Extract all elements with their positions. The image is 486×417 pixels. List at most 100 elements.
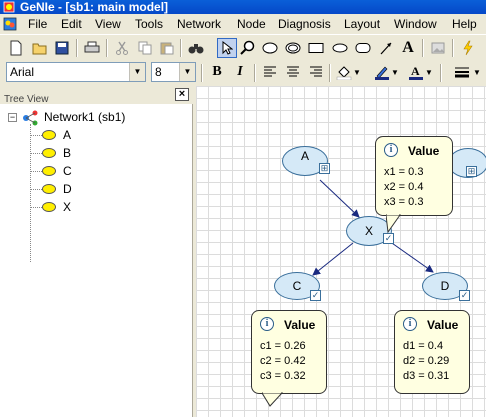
- chance-node-icon: [42, 184, 56, 194]
- toolbar-separator: [254, 64, 256, 82]
- cut-icon[interactable]: [112, 38, 132, 58]
- tree-connector: [30, 171, 42, 172]
- menu-node[interactable]: Node: [237, 14, 266, 34]
- arc-a-x: [319, 179, 360, 218]
- node-label: D: [440, 279, 450, 293]
- toolbar-separator: [440, 64, 442, 82]
- tooltip-value: c1 = 0.26: [260, 340, 306, 352]
- toolbar-separator: [329, 64, 331, 82]
- menu-edit[interactable]: Edit: [61, 14, 82, 34]
- tooltip-value: x3 = 0.3: [384, 196, 424, 208]
- genie-window: GeNIe - [sb1: main model] File Edit View…: [0, 0, 486, 417]
- decision-node-tool-icon[interactable]: [306, 38, 326, 58]
- tooltip-pointer: [262, 392, 284, 407]
- image-insert-icon[interactable]: [428, 38, 448, 58]
- text-tool-icon[interactable]: A: [398, 38, 418, 58]
- node-label: C: [292, 279, 302, 293]
- toolbar-separator: [422, 39, 424, 57]
- fill-color-bucket-icon[interactable]: [334, 62, 354, 82]
- align-right-icon[interactable]: [306, 62, 326, 82]
- tree-view-title: Tree View: [4, 94, 49, 105]
- menu-layout[interactable]: Layout: [344, 14, 380, 34]
- format-toolbar: Arial ▼ 8 ▼ B I ▼ ▼ A ▼ ▼: [0, 60, 486, 84]
- copy-icon[interactable]: [135, 38, 155, 58]
- genie-app-icon: [3, 1, 15, 13]
- title-bar[interactable]: GeNIe - [sb1: main model]: [0, 0, 486, 14]
- deterministic-node-tool-icon[interactable]: [283, 38, 303, 58]
- open-folder-icon[interactable]: [30, 38, 50, 58]
- info-icon: i: [403, 317, 417, 331]
- zoom-magnifier-icon[interactable]: [238, 38, 258, 58]
- menu-view[interactable]: View: [95, 14, 121, 34]
- toolbar-separator: [201, 64, 203, 82]
- toolbar-separator: [76, 39, 78, 57]
- tree-connector: [30, 135, 42, 136]
- collapse-expander-icon[interactable]: −: [8, 113, 17, 122]
- align-left-icon[interactable]: [260, 62, 280, 82]
- bold-icon[interactable]: B: [207, 62, 227, 82]
- font-family-value: Arial: [10, 65, 35, 79]
- line-width-icon[interactable]: [452, 62, 472, 82]
- font-color-icon[interactable]: A: [406, 62, 426, 82]
- document-icon[interactable]: [3, 17, 17, 31]
- paste-icon[interactable]: [157, 38, 177, 58]
- chance-node-tool-icon[interactable]: [260, 38, 280, 58]
- select-pointer-icon[interactable]: [217, 38, 237, 58]
- italic-icon[interactable]: I: [230, 62, 250, 82]
- new-file-icon[interactable]: [6, 38, 26, 58]
- arc-x-c: [312, 242, 354, 276]
- find-binoculars-icon[interactable]: [186, 38, 206, 58]
- print-icon[interactable]: [82, 38, 102, 58]
- chevron-down-icon[interactable]: ▼: [424, 62, 434, 82]
- line-color-pen-icon[interactable]: [372, 62, 392, 82]
- chance-node-icon: [42, 130, 56, 140]
- menu-window[interactable]: Window: [394, 14, 437, 34]
- chevron-down-icon[interactable]: ▼: [179, 63, 195, 81]
- arc-tool-icon[interactable]: [376, 38, 396, 58]
- value-tooltip-c: i Value c1 = 0.26 c2 = 0.42 c3 = 0.32: [251, 310, 327, 394]
- toolbar-separator: [180, 39, 182, 57]
- chevron-down-icon[interactable]: ▼: [352, 62, 362, 82]
- node-check-icon[interactable]: ✓: [459, 290, 470, 301]
- font-family-select[interactable]: Arial ▼: [6, 62, 146, 82]
- font-size-value: 8: [155, 65, 162, 79]
- close-icon[interactable]: ×: [175, 88, 189, 101]
- menu-network[interactable]: Network: [177, 14, 221, 34]
- standard-toolbar: A: [0, 34, 486, 60]
- tooltip-header: i Value: [260, 317, 318, 333]
- menu-file[interactable]: File: [28, 14, 47, 34]
- tree-connector: [30, 153, 42, 154]
- tree-node-label: D: [63, 182, 72, 196]
- node-label: X: [364, 224, 373, 238]
- menu-bar: File Edit View Tools Network Node Diagno…: [0, 14, 486, 34]
- tooltip-title: Value: [284, 318, 316, 332]
- chance-node-icon: [42, 202, 56, 212]
- network-label: Network1 (sb1): [44, 110, 126, 124]
- submodel-tool-icon[interactable]: [353, 38, 373, 58]
- save-icon[interactable]: [52, 38, 72, 58]
- menu-diagnosis[interactable]: Diagnosis: [278, 14, 331, 34]
- tooltip-value: x1 = 0.3: [384, 166, 424, 178]
- tooltip-header: i Value: [384, 143, 444, 159]
- tree-node-label: B: [63, 146, 72, 160]
- network-canvas[interactable]: A ⊞ ⊞ X ✓ C ✓ D ✓ i Value x1 = 0.3 x2 = …: [196, 86, 486, 417]
- chevron-down-icon[interactable]: ▼: [129, 63, 145, 81]
- node-expand-icon[interactable]: ⊞: [319, 163, 330, 174]
- tree-connector: [30, 124, 31, 262]
- value-tooltip-d: i Value d1 = 0.4 d2 = 0.29 d3 = 0.31: [394, 310, 470, 394]
- tree-connector: [30, 207, 42, 208]
- tooltip-value: c2 = 0.42: [260, 355, 306, 367]
- align-center-icon[interactable]: [283, 62, 303, 82]
- node-check-icon[interactable]: ✓: [310, 290, 321, 301]
- node-label: A: [300, 149, 309, 163]
- menu-tools[interactable]: Tools: [135, 14, 163, 34]
- menu-help[interactable]: Help: [452, 14, 477, 34]
- tooltip-value: d2 = 0.29: [403, 355, 450, 367]
- chevron-down-icon[interactable]: ▼: [472, 62, 482, 82]
- chevron-down-icon[interactable]: ▼: [390, 62, 400, 82]
- font-size-select[interactable]: 8 ▼: [151, 62, 196, 82]
- update-lightning-icon[interactable]: [458, 38, 478, 58]
- node-expand-icon[interactable]: ⊞: [466, 166, 477, 177]
- node-check-icon[interactable]: ✓: [383, 233, 394, 244]
- utility-node-tool-icon[interactable]: [330, 38, 350, 58]
